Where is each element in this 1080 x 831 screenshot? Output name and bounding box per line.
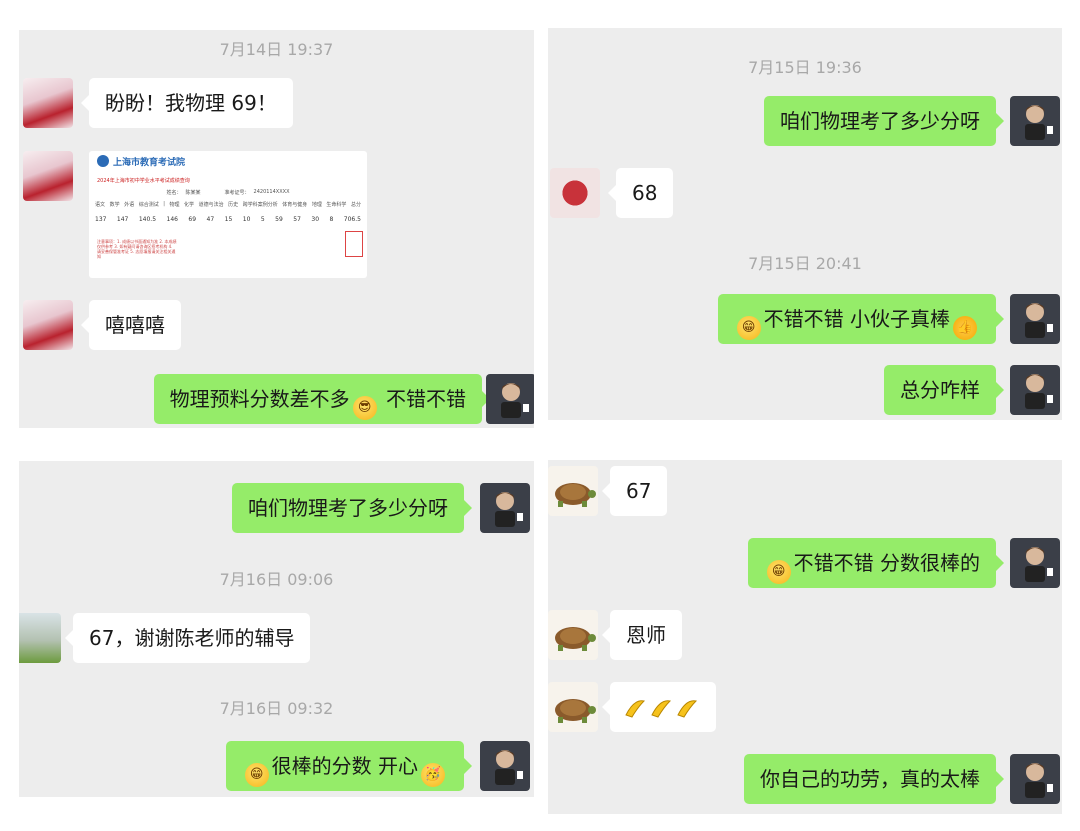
grin-emoji-icon: 😁	[736, 316, 761, 340]
message-bubble[interactable]: 盼盼！我物理 69！	[81, 78, 293, 128]
header-cell: 语文	[95, 202, 106, 208]
message-bubble[interactable]: 😁 很棒的分数 开心 🥳	[225, 741, 473, 791]
timestamp: 7月15日 20:41	[748, 254, 862, 273]
contact-avatar[interactable]	[19, 613, 61, 663]
score-cell: 69	[188, 216, 197, 223]
score-cell: 706.5	[343, 216, 361, 223]
message-bubble[interactable]: 咱们物理考了多少分呀	[232, 483, 472, 533]
score-cell: 59	[275, 216, 283, 223]
contact-avatar[interactable]	[23, 78, 73, 128]
message-text: 不错不错 小伙子真棒	[763, 307, 950, 331]
score-cell: 57	[293, 216, 301, 223]
chat-panel-top-left: 7月14日 19:37 盼盼！我物理 69！ 上海市教育考试院 2024年上海市…	[19, 30, 534, 428]
my-avatar[interactable]	[480, 483, 530, 533]
header-cell: 物理	[169, 202, 180, 208]
message-bubble[interactable]: 物理预料分数差不多 😎 不错不错	[153, 374, 491, 424]
message-bubble[interactable]: 67	[601, 466, 668, 516]
image-candidate-row: 姓名： 陈某某 准考证号： 2420114XXXX	[95, 189, 361, 196]
score-screenshot-image[interactable]: 上海市教育考试院 2024年上海市初中学业水平考试成绩查询 姓名： 陈某某 准考…	[89, 151, 367, 278]
timestamp: 7月16日 09:32	[219, 699, 334, 718]
image-notes: 注意事项：1. 成绩以书面通知为准 2. 本成绩仅供参考 3. 如有疑问请咨询区…	[97, 239, 177, 259]
contact-avatar[interactable]	[23, 300, 73, 350]
name-label: 姓名：	[166, 190, 182, 196]
chat-panel-bottom-right: 67 😁 不错不错 分数很棒的 恩师 你自己的功劳，真的太棒	[548, 460, 1062, 814]
contact-avatar[interactable]	[23, 151, 73, 201]
stamp-icon	[345, 231, 363, 257]
score-cell: 10	[242, 216, 251, 223]
header-cell: 化学	[184, 202, 195, 208]
timestamp: 7月16日 09:06	[219, 570, 334, 589]
contact-avatar[interactable]	[550, 168, 600, 218]
image-title: 2024年上海市初中学业水平考试成绩查询	[97, 178, 190, 184]
my-avatar[interactable]	[480, 741, 530, 791]
grin-emoji-icon: 😁	[244, 763, 269, 787]
id-label: 准考证号：	[224, 190, 250, 196]
chat-panel-top-right: 7月15日 19:36 咱们物理考了多少分呀 68 7月15日 20:41 😁 不…	[548, 28, 1062, 420]
header-cell: 历史	[228, 202, 239, 208]
message-text: 很棒的分数 开心	[271, 754, 418, 778]
score-cell: 5	[260, 216, 265, 223]
message-bubble[interactable]: 67，谢谢陈老师的辅导	[64, 613, 311, 663]
header-cell: 道德与法治	[198, 202, 224, 208]
score-cell: 147	[116, 216, 129, 223]
message-bubble[interactable]: 😁 不错不错 分数很棒的	[747, 538, 1005, 588]
thumbs-up-emoji-icon: 👍	[953, 316, 977, 340]
message-bubble[interactable]: 68	[607, 168, 674, 218]
my-avatar[interactable]	[486, 374, 534, 424]
header-cell: 总分	[350, 202, 361, 208]
my-avatar[interactable]	[1010, 754, 1060, 804]
image-score-headers: 语文 数学 外语 综合测试 | 物理 化学 道德与法治 历史 跨学科案例分析 体育与健身 地理 生命科学…	[95, 201, 361, 208]
sunglasses-emoji-icon: 😎	[352, 396, 377, 420]
chat-panel-bottom-left: 咱们物理考了多少分呀 7月16日 09:06 67，谢谢陈老师的辅导 7月16日…	[19, 461, 534, 797]
score-cell: 47	[206, 216, 215, 223]
score-cell: 15	[224, 216, 233, 223]
contact-avatar[interactable]	[548, 682, 598, 732]
my-avatar[interactable]	[1010, 365, 1060, 415]
my-avatar[interactable]	[1010, 538, 1060, 588]
header-cell: 体育与健身	[282, 202, 308, 208]
header-cell: 生命科学	[326, 202, 347, 208]
message-bubble[interactable]: 😁 不错不错 小伙子真棒 👍	[717, 294, 1005, 344]
score-cell: 140.5	[138, 216, 157, 223]
header-cell: 外语	[124, 202, 135, 208]
grin-emoji-icon: 😁	[766, 560, 791, 584]
score-cell: 8	[329, 216, 334, 223]
header-cell: 综合测试	[138, 202, 159, 208]
message-bubble[interactable]: 恩师	[602, 610, 682, 660]
score-cell: 146	[166, 216, 178, 223]
name-value: 陈某某	[185, 190, 201, 196]
message-bubble[interactable]: 总分咋样	[884, 365, 1004, 415]
message-text: 物理预料分数差不多	[169, 387, 350, 411]
message-bubble[interactable]: 咱们物理考了多少分呀	[764, 96, 1004, 146]
banana-emoji-icon	[625, 700, 698, 718]
score-cell: 137	[95, 216, 107, 223]
my-avatar[interactable]	[1010, 294, 1060, 344]
message-text: 不错不错	[379, 387, 466, 411]
header-cell: |	[163, 201, 165, 207]
contact-avatar[interactable]	[548, 610, 598, 660]
message-bubble[interactable]: 嘻嘻嘻	[81, 300, 181, 350]
image-org-name: 上海市教育考试院	[113, 158, 186, 168]
party-emoji-icon: 🥳	[421, 763, 445, 787]
exam-authority-logo-icon	[97, 155, 109, 167]
id-value: 2420114XXXX	[253, 189, 290, 195]
message-text: 不错不错 分数很棒的	[793, 551, 980, 575]
score-cell: 30	[311, 216, 320, 223]
message-bubble[interactable]: 你自己的功劳，真的太棒	[744, 754, 1004, 804]
header-cell: 地理	[311, 202, 322, 208]
timestamp: 7月14日 19:37	[219, 40, 334, 59]
header-cell: 跨学科案例分析	[242, 202, 278, 208]
contact-avatar[interactable]	[548, 466, 598, 516]
message-bubble[interactable]	[602, 682, 716, 732]
timestamp: 7月15日 19:36	[748, 58, 862, 77]
my-avatar[interactable]	[1010, 96, 1060, 146]
header-cell: 数学	[109, 202, 120, 208]
image-score-values: 137 147 140.5 146 69 47 15 10 5 59 57 30 8 706.5	[95, 216, 361, 223]
